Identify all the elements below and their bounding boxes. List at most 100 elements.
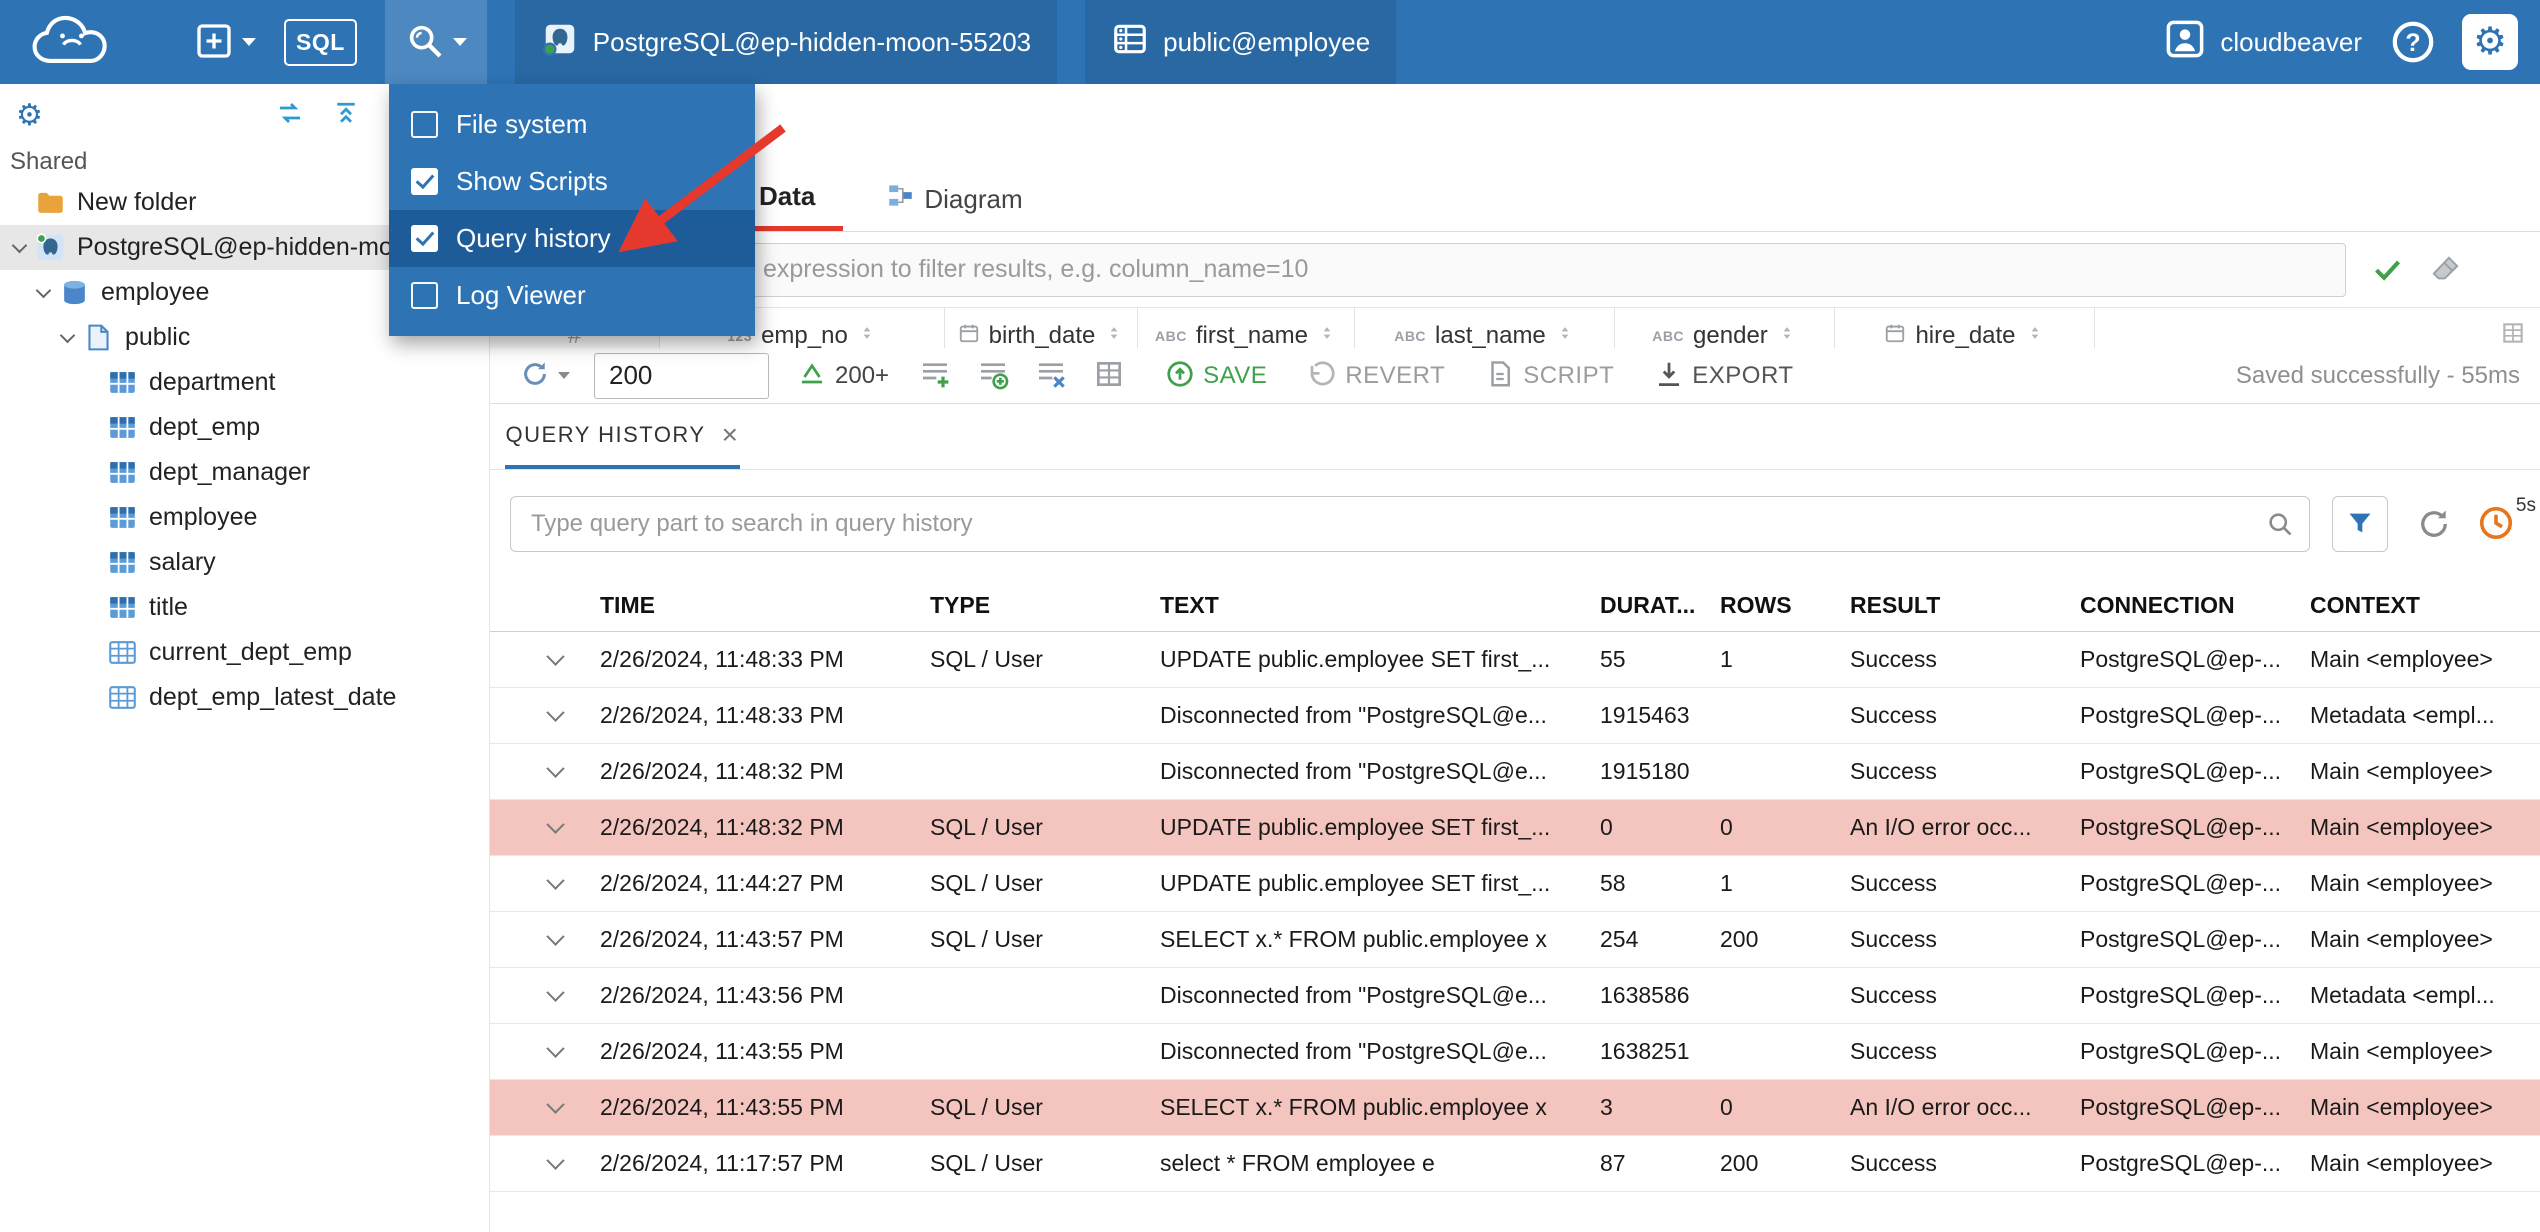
close-icon[interactable]	[722, 421, 740, 449]
chevron-down-icon[interactable]	[35, 282, 52, 299]
chevron-down-icon[interactable]	[545, 765, 565, 778]
delete-row-button[interactable]	[1035, 358, 1067, 393]
chevron-down-icon[interactable]	[545, 653, 565, 666]
help-icon: ?	[2390, 21, 2436, 68]
history-row[interactable]: 2/26/2024, 11:17:57 PM SQL / User select *…	[490, 1136, 2540, 1192]
history-cell-text: UPDATE public.employee SET first_...	[1160, 814, 1551, 840]
export-button[interactable]: EXPORT	[1654, 359, 1793, 392]
chevron-down-icon[interactable]	[545, 933, 565, 946]
history-row[interactable]: 2/26/2024, 11:43:57 PM SQL / User SELECT x…	[490, 912, 2540, 968]
help-button[interactable]: ?	[2390, 19, 2436, 65]
tree-item-employee[interactable]: employee	[0, 495, 489, 540]
history-row[interactable]: 2/26/2024, 11:48:33 PM SQL / User UPDATE p…	[490, 632, 2540, 688]
history-expand-cell	[510, 933, 580, 946]
chevron-down-icon[interactable]	[545, 1045, 565, 1058]
settings-button[interactable]: ⚙	[2462, 14, 2518, 70]
history-column-context: CONTEXT	[2310, 592, 2420, 618]
menu-item-file-system[interactable]: File system	[389, 96, 755, 153]
auto-refresh-clock-button[interactable]: 5s	[2478, 495, 2536, 543]
grid-column-name: hire_date	[1915, 322, 2016, 348]
checked-checkbox-icon[interactable]	[411, 225, 438, 252]
grid-column-header-birth_date[interactable]: birth_date	[945, 308, 1138, 348]
history-row[interactable]: 2/26/2024, 11:43:55 PM Disconnected from …	[490, 1024, 2540, 1080]
history-filter-button[interactable]	[2332, 496, 2388, 552]
chevron-down-icon[interactable]	[545, 821, 565, 834]
sort-icon[interactable]	[857, 322, 877, 348]
grid-column-header-gender[interactable]: ABC gender	[1615, 308, 1835, 348]
folder-icon	[35, 187, 66, 218]
sort-icon[interactable]	[1555, 322, 1575, 348]
query-history-search-input[interactable]	[510, 496, 2310, 552]
history-cell-result: Success	[1850, 758, 1937, 784]
history-row[interactable]: 2/26/2024, 11:48:33 PM Disconnected from …	[490, 688, 2540, 744]
history-expand-cell	[510, 1045, 580, 1058]
grid-column-header-last_name[interactable]: ABC last_name	[1355, 308, 1615, 348]
history-row[interactable]: 2/26/2024, 11:48:32 PM Disconnected from …	[490, 744, 2540, 800]
script-button[interactable]: SCRIPT	[1485, 359, 1614, 392]
app-header: SQL PostgreSQL@ep-hidden-moon-55203 publ…	[0, 0, 2540, 84]
sort-icon[interactable]	[1777, 322, 1797, 348]
tree-item-dept-emp[interactable]: dept_emp	[0, 405, 489, 450]
history-cell-type: SQL / User	[930, 814, 1043, 840]
chevron-down-icon[interactable]	[59, 327, 76, 344]
tree-item-department[interactable]: department	[0, 360, 489, 405]
sql-editor-button[interactable]: SQL	[270, 0, 371, 84]
chevron-down-icon[interactable]	[11, 237, 28, 254]
tools-menu-button[interactable]	[384, 0, 487, 84]
new-connection-button[interactable]	[180, 0, 270, 84]
refresh-results-button[interactable]	[520, 359, 570, 392]
chevron-down-icon[interactable]	[545, 709, 565, 722]
grid-column-header-first_name[interactable]: ABC first_name	[1138, 308, 1355, 348]
history-row[interactable]: 2/26/2024, 11:44:27 PM SQL / User UPDATE p…	[490, 856, 2540, 912]
chevron-down-icon[interactable]	[545, 877, 565, 890]
fetch-more-rows-button[interactable]: 200+	[797, 357, 889, 394]
connection-name: PostgreSQL@ep-hidden-moon-55203	[592, 26, 1032, 57]
tab-diagram[interactable]: Diagram	[867, 167, 1050, 231]
duplicate-row-button[interactable]	[977, 358, 1009, 393]
checked-checkbox-icon[interactable]	[411, 168, 438, 195]
history-row[interactable]: 2/26/2024, 11:48:32 PM SQL / User UPDATE p…	[490, 800, 2540, 856]
grouping-panel-button[interactable]	[1093, 358, 1125, 393]
collapse-all-icon[interactable]	[331, 98, 361, 133]
user-menu[interactable]: cloudbeaver	[2164, 18, 2362, 67]
chevron-down-icon[interactable]	[545, 1101, 565, 1114]
revert-button[interactable]: REVERT	[1307, 359, 1445, 392]
apply-filter-check-icon[interactable]	[2371, 253, 2404, 286]
tree-item-dept-manager[interactable]: dept_manager	[0, 450, 489, 495]
history-refresh-button[interactable]	[2416, 506, 2452, 542]
chevron-down-icon[interactable]	[545, 1157, 565, 1170]
delete-row-icon	[1035, 358, 1067, 393]
clear-filter-eraser-icon[interactable]	[2429, 253, 2462, 286]
grid-settings-icon[interactable]	[2500, 320, 2526, 349]
menu-item-log-viewer[interactable]: Log Viewer	[389, 267, 755, 324]
history-cell-context: Main <employee>	[2310, 646, 2493, 672]
grid-column-header-hire_date[interactable]: hire_date	[1835, 308, 2095, 348]
row-limit-input[interactable]	[594, 352, 769, 399]
menu-item-show-scripts[interactable]: Show Scripts	[389, 153, 755, 210]
tree-item-label: employee	[149, 503, 258, 531]
tree-item-dept-emp-latest-date[interactable]: dept_emp_latest_date	[0, 675, 489, 720]
search-icon	[2266, 510, 2294, 538]
result-filter-input[interactable]	[510, 242, 2346, 297]
sort-icon[interactable]	[1317, 322, 1337, 348]
chevron-down-icon[interactable]	[545, 989, 565, 1002]
tree-item-salary[interactable]: salary	[0, 540, 489, 585]
sync-connection-icon[interactable]	[275, 98, 305, 133]
menu-item-query-history[interactable]: Query history	[389, 210, 755, 267]
sort-icon[interactable]	[2025, 322, 2045, 348]
history-cell-connection: PostgreSQL@ep-...	[2080, 758, 2282, 784]
save-button[interactable]: SAVE	[1165, 359, 1267, 392]
history-row[interactable]: 2/26/2024, 11:43:56 PM Disconnected from …	[490, 968, 2540, 1024]
script-document-icon	[1485, 359, 1515, 392]
query-history-tab[interactable]: QUERY HISTORY	[505, 404, 740, 469]
tree-item-current-dept-emp[interactable]: current_dept_emp	[0, 630, 489, 675]
unchecked-checkbox-icon[interactable]	[411, 282, 438, 309]
connection-selector[interactable]: PostgreSQL@ep-hidden-moon-55203	[514, 0, 1058, 84]
sidebar-settings-gear-icon[interactable]: ⚙	[16, 98, 43, 133]
add-row-button[interactable]	[919, 358, 951, 393]
schema-selector[interactable]: public@employee	[1085, 0, 1397, 84]
sort-icon[interactable]	[1104, 322, 1124, 348]
tree-item-title[interactable]: title	[0, 585, 489, 630]
history-row[interactable]: 2/26/2024, 11:43:55 PM SQL / User SELECT x…	[490, 1080, 2540, 1136]
unchecked-checkbox-icon[interactable]	[411, 111, 438, 138]
